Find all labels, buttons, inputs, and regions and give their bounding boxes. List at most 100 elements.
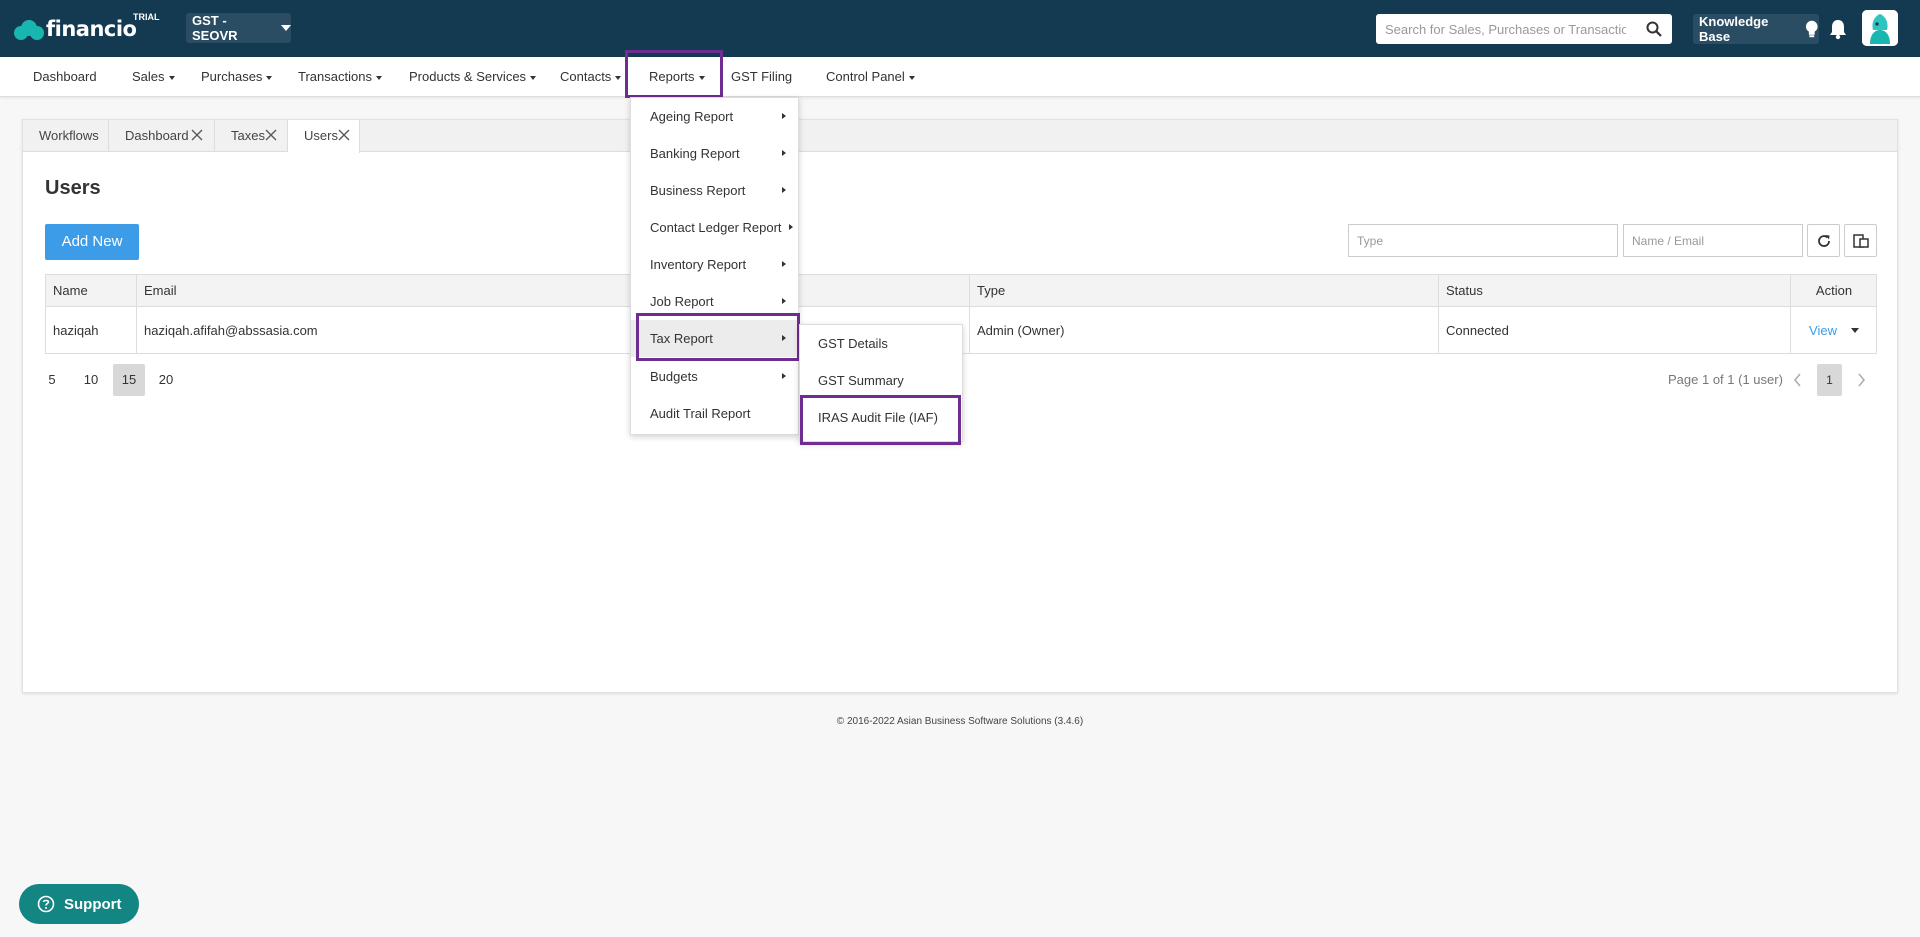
close-icon[interactable] xyxy=(265,129,277,141)
view-link[interactable]: View xyxy=(1809,323,1837,338)
nav-purchases[interactable]: Purchases xyxy=(201,57,273,97)
nav-gst-filing[interactable]: GST Filing xyxy=(731,57,792,97)
close-icon[interactable] xyxy=(338,129,350,141)
tab-users[interactable]: Users xyxy=(288,120,360,153)
nav-label: Products & Services xyxy=(409,69,527,84)
caret-right-icon xyxy=(782,113,786,119)
menu-item-business-report[interactable]: Business Report xyxy=(631,172,798,209)
tab-taxes[interactable]: Taxes xyxy=(215,120,288,152)
menu-item-audit-trail-report[interactable]: Audit Trail Report xyxy=(631,395,798,432)
page-size-5[interactable]: 5 xyxy=(45,364,59,396)
tab-label: Users xyxy=(304,128,338,143)
caret-right-icon xyxy=(782,298,786,304)
nav-sales[interactable]: Sales xyxy=(132,57,175,97)
menu-item-banking-report[interactable]: Banking Report xyxy=(631,135,798,172)
caret-right-icon xyxy=(789,224,793,230)
organization-selector[interactable]: GST -SEOVR xyxy=(186,13,291,43)
bell-icon[interactable] xyxy=(1828,18,1848,40)
menu-label: Banking Report xyxy=(650,146,740,161)
page-title: Users xyxy=(45,177,101,199)
page-size-10[interactable]: 10 xyxy=(82,364,100,396)
support-label: Support xyxy=(64,895,122,913)
nav-label: Control Panel xyxy=(826,69,905,84)
refresh-icon xyxy=(1818,235,1830,247)
column-header-email[interactable]: Email xyxy=(137,275,970,306)
trial-badge: TRIAL xyxy=(133,12,160,22)
menu-item-gst-details[interactable]: GST Details xyxy=(800,325,962,362)
column-header-name[interactable]: Name xyxy=(46,275,137,306)
page-size-20[interactable]: 20 xyxy=(157,364,175,396)
search-input[interactable] xyxy=(1376,14,1626,44)
caret-right-icon xyxy=(782,373,786,379)
user-avatar[interactable] xyxy=(1862,10,1898,46)
chevron-right-icon[interactable] xyxy=(1854,372,1868,388)
main-nav: Dashboard Sales Purchases Transactions P… xyxy=(0,57,1920,97)
nav-label: Sales xyxy=(132,69,165,84)
menu-item-ageing-report[interactable]: Ageing Report xyxy=(631,98,798,135)
menu-label: Ageing Report xyxy=(650,109,734,124)
close-icon[interactable] xyxy=(191,129,203,141)
tab-dashboard[interactable]: Dashboard xyxy=(109,120,215,152)
caret-down-icon[interactable] xyxy=(1850,327,1859,333)
nav-control-panel[interactable]: Control Panel xyxy=(826,57,915,97)
type-filter-input[interactable] xyxy=(1348,224,1618,257)
support-button[interactable]: Support xyxy=(19,884,139,924)
tab-label: Dashboard xyxy=(125,128,189,143)
caret-down-icon xyxy=(168,75,175,80)
chevron-left-icon[interactable] xyxy=(1791,372,1805,388)
menu-label: Business Report xyxy=(650,183,746,198)
menu-item-gst-summary[interactable]: GST Summary xyxy=(800,362,962,399)
nav-label: GST Filing xyxy=(731,69,793,84)
tab-workflows[interactable]: Workflows xyxy=(23,120,109,152)
column-header-status[interactable]: Status xyxy=(1439,275,1791,306)
page-size-15[interactable]: 15 xyxy=(113,364,145,396)
logo-text: financio xyxy=(46,17,137,41)
refresh-button[interactable] xyxy=(1807,224,1840,257)
tab-label: Taxes xyxy=(231,128,265,143)
tab-label: Workflows xyxy=(39,128,99,143)
page-info: Page 1 of 1 (1 user) xyxy=(1668,372,1783,387)
cell-status: Connected xyxy=(1439,307,1791,353)
nav-products-services[interactable]: Products & Services xyxy=(409,57,537,97)
menu-item-inventory-report[interactable]: Inventory Report xyxy=(631,246,798,283)
menu-label: Contact Ledger Report xyxy=(650,220,782,235)
nav-contacts[interactable]: Contacts xyxy=(560,57,622,97)
caret-down-icon xyxy=(908,75,915,80)
column-header-type[interactable]: Type xyxy=(970,275,1439,306)
menu-item-budgets[interactable]: Budgets xyxy=(631,358,798,395)
add-new-button[interactable]: Add New xyxy=(45,224,139,260)
nav-transactions[interactable]: Transactions xyxy=(298,57,382,97)
export-icon xyxy=(1853,234,1869,248)
reports-menu: Ageing Report Banking Report Business Re… xyxy=(630,97,799,435)
table-header: Name Email Type Status Action xyxy=(46,275,1876,307)
lightbulb-icon xyxy=(1806,20,1819,38)
iras-audit-file-highlight xyxy=(800,395,961,445)
help-circle-icon xyxy=(37,895,55,913)
financio-logo[interactable]: financio xyxy=(14,14,137,44)
global-search[interactable] xyxy=(1376,14,1672,44)
avatar-icon xyxy=(1862,10,1898,46)
caret-right-icon xyxy=(782,150,786,156)
reports-highlight xyxy=(625,50,723,98)
nav-dashboard[interactable]: Dashboard xyxy=(33,57,97,97)
caret-down-icon xyxy=(281,25,291,31)
caret-down-icon xyxy=(375,75,382,80)
cell-type: Admin (Owner) xyxy=(970,307,1439,353)
menu-label: Inventory Report xyxy=(650,257,747,272)
nav-label: Dashboard xyxy=(33,69,97,84)
name-email-filter-input[interactable] xyxy=(1623,224,1803,257)
knowledge-base-label: Knowledge Base xyxy=(1699,14,1769,44)
nav-label: Contacts xyxy=(560,69,612,84)
cloud-logo-icon xyxy=(14,18,44,40)
menu-label: Budgets xyxy=(650,369,698,384)
column-header-action: Action xyxy=(1815,283,1853,298)
top-bar: financio TRIAL GST -SEOVR Knowledge Base xyxy=(0,0,1920,57)
menu-item-contact-ledger-report[interactable]: Contact Ledger Report xyxy=(631,209,798,246)
export-button[interactable] xyxy=(1844,224,1877,257)
knowledge-base-button[interactable]: Knowledge Base xyxy=(1693,14,1819,44)
page-number-current[interactable]: 1 xyxy=(1817,364,1842,396)
cell-action: View xyxy=(1791,307,1877,353)
search-icon[interactable] xyxy=(1646,21,1662,37)
caret-down-icon xyxy=(615,75,622,80)
nav-label: Transactions xyxy=(298,69,372,84)
